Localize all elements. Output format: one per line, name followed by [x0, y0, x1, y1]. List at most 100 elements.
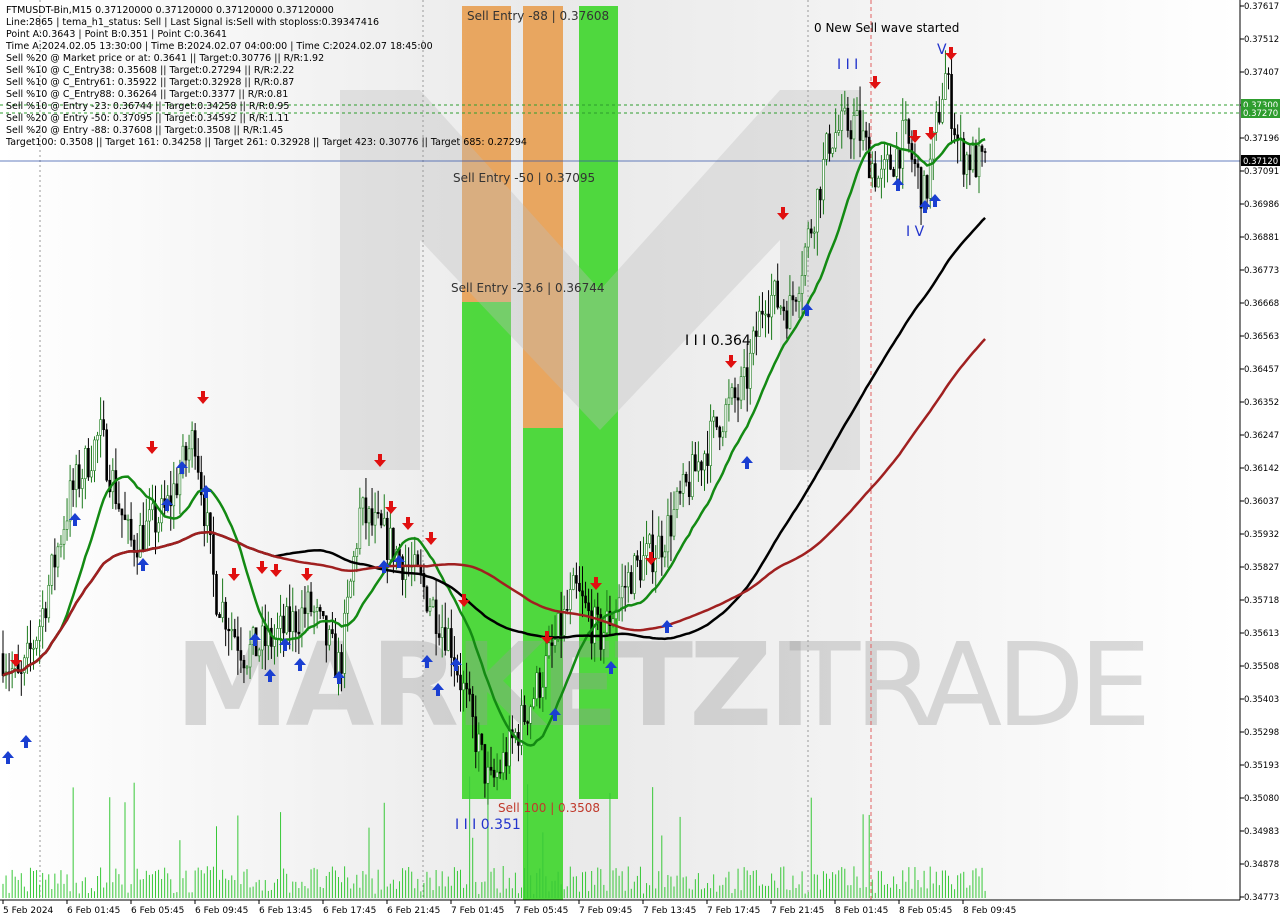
candle-body	[321, 611, 325, 617]
candle-body	[556, 613, 560, 640]
candle-body	[276, 628, 279, 639]
price-tick-label: 0.36142	[1244, 464, 1279, 474]
time-tick-label: 7 Feb 01:45	[451, 906, 504, 916]
candle-body	[916, 163, 920, 168]
candle-body	[712, 416, 715, 422]
candle-body	[501, 752, 505, 774]
annotation-sell-entry-50: Sell Entry -50 | 0.37095	[453, 171, 595, 185]
candle-body	[303, 607, 307, 614]
candle-body	[65, 520, 69, 530]
price-tick-label: 0.36247	[1244, 431, 1279, 441]
candle-body	[59, 543, 63, 548]
candle-body	[867, 136, 871, 179]
candle-body	[257, 649, 261, 657]
candle-body	[346, 596, 349, 614]
candle-body	[38, 626, 41, 641]
candle-body	[315, 607, 319, 612]
candle-body	[904, 119, 908, 121]
candle-body	[751, 330, 755, 354]
time-tick-label: 6 Feb 17:45	[323, 906, 376, 916]
time-tick-label: 7 Feb 05:45	[515, 906, 568, 916]
candle-body	[285, 606, 288, 634]
candle-body	[236, 636, 240, 651]
candle-body	[520, 705, 523, 746]
candle-body	[828, 133, 831, 154]
candle-body	[681, 473, 685, 494]
candle-body	[700, 461, 703, 471]
price-tick-label: 0.37407	[1244, 68, 1279, 78]
candle-body	[822, 159, 825, 201]
candle-body	[440, 627, 444, 638]
candle-body	[568, 589, 572, 610]
candle-body	[767, 313, 770, 318]
candle-body	[370, 508, 374, 526]
candle-body	[745, 367, 749, 389]
candle-body	[907, 119, 911, 144]
candle-body	[806, 228, 810, 248]
candle-body	[507, 729, 511, 767]
candle-body	[541, 686, 545, 698]
candle-body	[450, 628, 453, 658]
candle-body	[791, 295, 795, 301]
candle-body	[504, 752, 508, 767]
candle-body	[129, 518, 133, 541]
candle-body	[138, 525, 142, 558]
candle-body	[62, 529, 66, 545]
annotation-wave-iii-high: I I I 0.364	[685, 333, 751, 349]
chart-canvas[interactable]: MARKETZI TRADE Sell Entry -88 | 0.37608 S…	[0, 0, 1280, 920]
candle-body	[709, 420, 712, 466]
candle-body	[178, 473, 182, 496]
candle-body	[980, 145, 984, 152]
candle-body	[886, 154, 889, 160]
candle-body	[974, 145, 978, 178]
candle-body	[565, 609, 569, 611]
candle-body	[428, 606, 432, 612]
candle-body	[748, 352, 752, 389]
candle-body	[224, 601, 227, 630]
candle-body	[187, 448, 191, 461]
candle-body	[816, 188, 819, 233]
candle-body	[736, 397, 740, 401]
candle-body	[68, 480, 72, 522]
price-tick-label: 0.37196	[1244, 134, 1279, 144]
candle-body	[437, 633, 441, 638]
candle-body	[41, 608, 44, 627]
candle-body	[721, 431, 725, 438]
candle-body	[639, 559, 642, 581]
candle-body	[135, 552, 139, 558]
candle-body	[797, 293, 801, 302]
time-tick-label: 5 Feb 2024	[3, 906, 54, 916]
candle-body	[74, 464, 78, 490]
candle-body	[334, 633, 337, 677]
candle-body	[47, 585, 51, 619]
candle-body	[114, 470, 118, 504]
candle-body	[77, 464, 81, 489]
candle-body	[248, 644, 252, 668]
candle-body	[812, 231, 816, 234]
annotation-sell-entry-88: Sell Entry -88 | 0.37608	[467, 9, 609, 23]
candle-body	[379, 513, 383, 526]
annotation-wave-iii-low: I I I 0.351	[455, 817, 521, 833]
candle-body	[703, 453, 706, 471]
candle-body	[1, 653, 5, 676]
price-tick-label: 0.34983	[1244, 827, 1279, 837]
time-tick-label: 7 Feb 13:45	[643, 906, 696, 916]
candle-body	[385, 517, 389, 560]
candle-body	[950, 74, 953, 129]
candle-body	[526, 721, 529, 724]
info-line: Sell %20 @ Entry -50: 0.37095 || Target:…	[6, 113, 289, 124]
candle-body	[587, 602, 590, 612]
candle-body	[694, 454, 697, 472]
candle-body	[733, 387, 737, 399]
candle-body	[947, 73, 950, 75]
info-line: Sell %20 @ Entry -88: 0.37608 || Target:…	[6, 125, 283, 136]
candle-body	[389, 527, 392, 560]
candle-body	[221, 601, 224, 618]
price-tick-label: 0.35080	[1244, 794, 1279, 804]
candle-body	[770, 295, 773, 318]
candle-body	[260, 625, 264, 651]
candle-body	[724, 404, 728, 433]
price-tick-label: 0.35827	[1244, 563, 1279, 573]
candle-body	[675, 490, 679, 510]
candle-body	[239, 650, 243, 661]
